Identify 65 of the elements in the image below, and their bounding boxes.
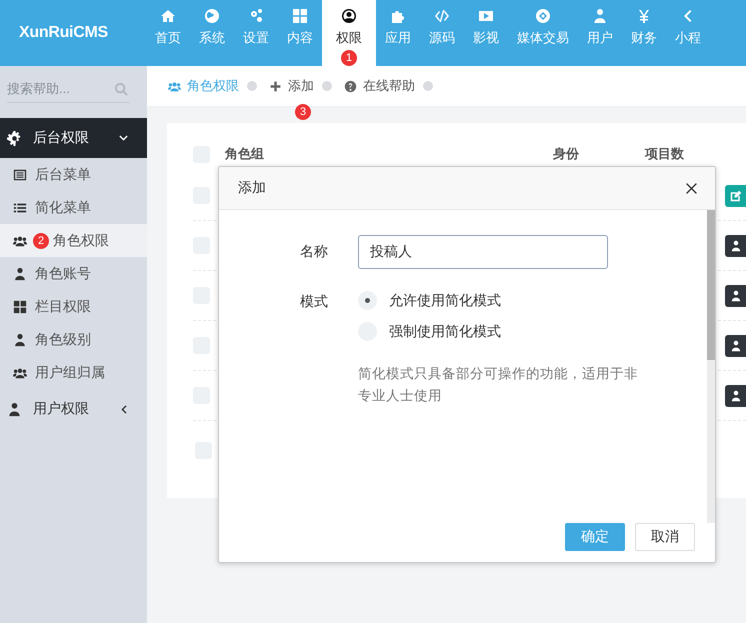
list-icon [13, 168, 27, 182]
sidebar-group[interactable]: 后台权限 [0, 118, 147, 158]
close-icon[interactable] [685, 182, 698, 194]
sidebar-item[interactable]: 2 角色权限 [0, 224, 147, 257]
step-badge: 2 [33, 232, 49, 248]
user-icon [730, 290, 742, 302]
breadcrumb-tab[interactable]: 添加 [269, 77, 314, 95]
sidebar-item[interactable]: 角色级别 [0, 323, 147, 356]
separator-dot [423, 81, 433, 91]
nav-tab[interactable]: 权限 1 [322, 0, 376, 66]
yen-icon [636, 8, 652, 24]
list-icon [13, 200, 27, 214]
gears-icon [248, 8, 264, 24]
user-button[interactable] [725, 284, 746, 306]
users-icon [13, 234, 27, 248]
column-header: 身份 [553, 145, 579, 163]
step-badge: 1 [341, 50, 357, 66]
scrollbar[interactable] [707, 210, 715, 523]
caret-icon [118, 132, 129, 144]
help-icon [344, 80, 357, 92]
edit-button[interactable] [725, 184, 746, 206]
user-icon [730, 390, 742, 402]
cancel-button[interactable]: 取消 [635, 523, 695, 551]
user-icon [7, 402, 22, 416]
sidebar-item[interactable]: 栏目权限 [0, 290, 147, 323]
separator-dot [247, 81, 257, 91]
search-field[interactable]: 搜索帮助... [7, 76, 130, 102]
users-icon [13, 366, 27, 380]
user-icon [341, 8, 357, 24]
search-icon[interactable] [114, 82, 129, 96]
radio-label[interactable]: 强制使用简化模式 [389, 322, 501, 340]
users-icon [168, 80, 181, 92]
user-icon [730, 240, 742, 252]
grid-icon [292, 8, 308, 24]
code-icon [434, 8, 450, 24]
column-header: 项目数 [645, 145, 684, 163]
step-badge: 3 [295, 104, 311, 120]
user-icon [13, 332, 27, 346]
user-button[interactable] [725, 334, 746, 356]
sidebar-item[interactable]: 后台菜单 [0, 158, 147, 191]
field-label: 名称 [299, 243, 328, 261]
home-icon [160, 8, 176, 24]
field-label: 模式 [299, 292, 328, 311]
sidebar-item[interactable]: 用户组归属 [0, 356, 147, 389]
sidebar-item[interactable]: 简化菜单 [0, 191, 147, 224]
dialog-title: 添加 [238, 179, 266, 197]
user-icon [592, 8, 608, 24]
edit-icon [730, 190, 742, 202]
grid-icon [13, 300, 27, 314]
radio-label[interactable]: 允许使用简化模式 [389, 292, 501, 310]
user-button[interactable] [725, 384, 746, 406]
user-button[interactable] [725, 234, 746, 256]
sidebar-item[interactable]: 角色账号 [0, 257, 147, 290]
diamond-icon [535, 8, 551, 24]
breadcrumb-tab[interactable]: 在线帮助 [344, 77, 415, 95]
user-icon [13, 266, 27, 280]
settings-icon [7, 130, 22, 146]
name-input[interactable]: 投稿人 [358, 235, 608, 269]
sidebar-group[interactable]: 用户权限 [0, 389, 147, 429]
user-icon [730, 340, 742, 352]
plus-icon [269, 80, 282, 92]
help-text: 简化模式只具备部分可操作的功能，适用于非专业人士使用 [358, 365, 639, 405]
column-header: 角色组 [225, 145, 264, 163]
separator-dot [322, 81, 332, 91]
radio-button[interactable] [358, 291, 377, 310]
